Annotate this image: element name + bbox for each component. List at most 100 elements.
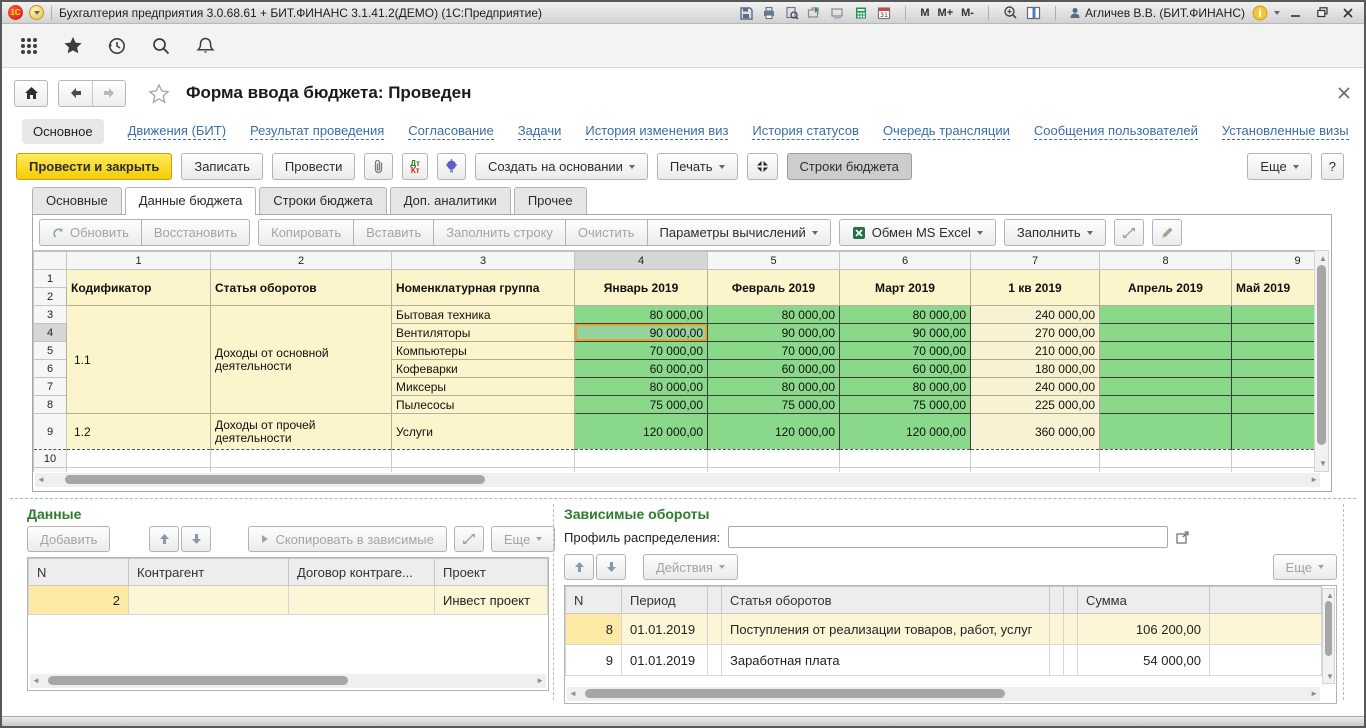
scroll-down-icon[interactable]: ▼ bbox=[1326, 672, 1334, 681]
home-button[interactable] bbox=[14, 80, 48, 107]
move-down-button[interactable] bbox=[181, 526, 211, 552]
selected-cell[interactable]: 90 000,00 bbox=[575, 324, 708, 342]
main-menu-icon[interactable] bbox=[18, 35, 40, 57]
header-nomenclature-group[interactable]: Номенклатурная группа bbox=[392, 270, 575, 306]
cell-nomenclature[interactable]: Миксеры bbox=[392, 378, 575, 396]
edit-button[interactable] bbox=[1152, 219, 1182, 246]
cell-empty[interactable] bbox=[1232, 306, 1315, 324]
cell-value[interactable]: 80 000,00 bbox=[575, 378, 708, 396]
nav-link-approval[interactable]: Согласование bbox=[408, 123, 493, 140]
move-up-button[interactable] bbox=[564, 554, 594, 580]
col-number[interactable]: 7 bbox=[971, 252, 1100, 270]
row-number[interactable]: 1 bbox=[34, 270, 67, 288]
move-up-button[interactable] bbox=[149, 526, 179, 552]
cell-empty[interactable] bbox=[1232, 396, 1315, 414]
col-spacer[interactable] bbox=[1050, 587, 1064, 614]
fill-row-button[interactable]: Заполнить строку bbox=[433, 219, 566, 246]
memory-m-plus-button[interactable]: M+ bbox=[937, 7, 955, 19]
row-number[interactable]: 2 bbox=[34, 288, 67, 306]
cell-quarter-total[interactable]: 180 000,00 bbox=[971, 360, 1100, 378]
calendar-icon[interactable]: 31 bbox=[875, 5, 892, 21]
chevron-down-icon[interactable] bbox=[1274, 11, 1280, 15]
col-number[interactable]: 6 bbox=[840, 252, 971, 270]
cell-quarter-total[interactable]: 240 000,00 bbox=[971, 378, 1100, 396]
nav-link-user-messages[interactable]: Сообщения пользователей bbox=[1034, 123, 1198, 140]
cell-nomenclature[interactable]: Кофеварки bbox=[392, 360, 575, 378]
cell-sum[interactable]: 54 000,00 bbox=[1078, 645, 1210, 676]
tab-budget-rows[interactable]: Строки бюджета bbox=[259, 187, 386, 214]
scroll-left-icon[interactable]: ◄ bbox=[32, 676, 40, 685]
header-february[interactable]: Февраль 2019 bbox=[708, 270, 840, 306]
cell-contract[interactable] bbox=[289, 586, 435, 615]
header-q1[interactable]: 1 кв 2019 bbox=[971, 270, 1100, 306]
nav-link-applied-visas[interactable]: Установленные визы bbox=[1222, 123, 1349, 140]
cell-codifier[interactable]: 1.1 bbox=[67, 306, 211, 414]
cell-value[interactable]: 80 000,00 bbox=[575, 306, 708, 324]
create-on-base-button[interactable]: Создать на основании bbox=[475, 153, 648, 180]
header-march[interactable]: Март 2019 bbox=[840, 270, 971, 306]
form-close-icon[interactable] bbox=[1338, 87, 1350, 99]
cell-n[interactable]: 2 bbox=[29, 586, 129, 615]
cell-empty[interactable] bbox=[1100, 360, 1232, 378]
cell-quarter-total[interactable]: 225 000,00 bbox=[971, 396, 1100, 414]
table-row[interactable]: 2 Инвест проект bbox=[29, 586, 548, 615]
scroll-down-icon[interactable]: ▼ bbox=[1319, 459, 1327, 468]
cell-empty[interactable] bbox=[1100, 414, 1232, 450]
col-trailer[interactable] bbox=[1210, 587, 1322, 614]
cell-value[interactable]: 90 000,00 bbox=[840, 324, 971, 342]
cell-empty[interactable] bbox=[1232, 414, 1315, 450]
cell-empty[interactable] bbox=[1232, 324, 1315, 342]
cell-value[interactable]: 60 000,00 bbox=[840, 360, 971, 378]
col-number[interactable]: 3 bbox=[392, 252, 575, 270]
nav-link-post-result[interactable]: Результат проведения bbox=[250, 123, 384, 140]
row-number[interactable]: 5 bbox=[34, 342, 67, 360]
forward-button[interactable] bbox=[92, 81, 125, 106]
cell-quarter-total[interactable]: 240 000,00 bbox=[971, 306, 1100, 324]
grid-horizontal-scrollbar[interactable]: ◄ ► bbox=[35, 473, 1320, 487]
cell-value[interactable]: 70 000,00 bbox=[575, 342, 708, 360]
save-icon[interactable] bbox=[737, 5, 754, 21]
minimize-button[interactable] bbox=[1286, 5, 1306, 21]
close-button[interactable] bbox=[1338, 5, 1358, 21]
zoom-icon[interactable] bbox=[1002, 5, 1019, 21]
table-row[interactable]: 9 01.01.2019 Заработная плата 54 000,00 bbox=[566, 645, 1322, 676]
scroll-right-icon[interactable]: ► bbox=[1310, 475, 1318, 484]
clear-button[interactable]: Очистить bbox=[565, 219, 648, 246]
cell-value[interactable]: 70 000,00 bbox=[840, 342, 971, 360]
cell-nomenclature[interactable]: Услуги bbox=[392, 414, 575, 450]
scroll-up-icon[interactable]: ▲ bbox=[1319, 254, 1327, 263]
restore-button[interactable] bbox=[1312, 5, 1332, 21]
tab-other[interactable]: Прочее bbox=[514, 187, 587, 214]
cell-quarter-total[interactable]: 210 000,00 bbox=[971, 342, 1100, 360]
cell-n[interactable]: 9 bbox=[566, 645, 622, 676]
scroll-thumb[interactable] bbox=[585, 689, 1005, 698]
memory-m-minus-button[interactable]: M- bbox=[960, 7, 975, 19]
header-codifier[interactable]: Кодификатор bbox=[67, 270, 211, 306]
tab-budget-data[interactable]: Данные бюджета bbox=[125, 187, 257, 215]
search-icon[interactable] bbox=[150, 35, 172, 57]
copy-to-dependent-button[interactable]: Скопировать в зависимые bbox=[248, 526, 446, 552]
cell-empty[interactable] bbox=[1232, 378, 1315, 396]
row-number[interactable]: 10 bbox=[34, 450, 67, 468]
cell-value[interactable]: 120 000,00 bbox=[840, 414, 971, 450]
cell-value[interactable]: 80 000,00 bbox=[840, 378, 971, 396]
dependent-horizontal-scrollbar[interactable]: ◄ ► bbox=[567, 687, 1320, 701]
scroll-right-icon[interactable]: ► bbox=[536, 676, 544, 685]
scroll-thumb[interactable] bbox=[65, 475, 485, 484]
col-counterparty[interactable]: Контрагент bbox=[129, 559, 289, 586]
col-number-selected[interactable]: 4 bbox=[575, 252, 708, 270]
cell-value[interactable]: 70 000,00 bbox=[708, 342, 840, 360]
actions-button[interactable]: Действия bbox=[643, 554, 738, 580]
nav-link-translation-queue[interactable]: Очередь трансляции bbox=[883, 123, 1010, 140]
resize-mode-button[interactable] bbox=[1114, 219, 1144, 246]
fill-button[interactable]: Заполнить bbox=[1004, 219, 1106, 246]
open-picker-icon[interactable] bbox=[1176, 530, 1191, 544]
horizontal-splitter[interactable] bbox=[10, 498, 1356, 499]
header-january[interactable]: Январь 2019 bbox=[575, 270, 708, 306]
scroll-right-icon[interactable]: ► bbox=[1310, 689, 1318, 698]
print-button[interactable]: Печать bbox=[657, 153, 738, 180]
copy-button[interactable]: Копировать bbox=[258, 219, 354, 246]
cell-value[interactable]: 75 000,00 bbox=[840, 396, 971, 414]
collapse-panels-button[interactable] bbox=[747, 153, 778, 180]
scroll-thumb[interactable] bbox=[48, 676, 348, 685]
